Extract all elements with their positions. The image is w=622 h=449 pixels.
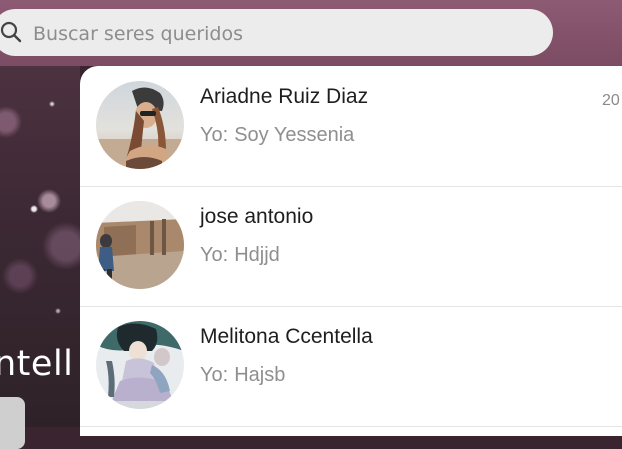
header-bar: [0, 0, 622, 66]
message-text: Hajsb: [234, 364, 286, 386]
contact-name: jose antonio: [200, 205, 314, 228]
avatar[interactable]: [96, 81, 184, 169]
search-input[interactable]: [31, 19, 535, 49]
message-prefix: Yo:: [200, 124, 229, 146]
background-profile-name: ntell: [0, 344, 74, 384]
message-preview: Yo: Soy Yessenia: [200, 124, 354, 147]
message-time: 20: [602, 92, 620, 109]
contact-name: Melitona Ccentella: [200, 325, 373, 348]
message-prefix: Yo:: [200, 364, 229, 386]
background-profile-button[interactable]: [0, 397, 25, 449]
conversation-list: Ariadne Ruiz Diaz Yo: Soy Yessenia 20 jos…: [80, 66, 622, 436]
message-text: Soy Yessenia: [234, 124, 355, 146]
search-bar[interactable]: [0, 9, 553, 56]
contact-name: Ariadne Ruiz Diaz: [200, 85, 369, 108]
message-preview: Yo: Hdjjd: [200, 244, 280, 267]
message-preview: Yo: Hajsb: [200, 364, 285, 387]
avatar[interactable]: [96, 201, 184, 289]
message-text: Hdjjd: [234, 244, 280, 266]
message-prefix: Yo:: [200, 244, 229, 266]
conversation-row[interactable]: Ariadne Ruiz Diaz Yo: Soy Yessenia 20: [80, 66, 622, 187]
conversation-row[interactable]: Melitona Ccentella Yo: Hajsb: [80, 306, 622, 427]
search-icon[interactable]: [0, 20, 23, 44]
conversation-row[interactable]: jose antonio Yo: Hdjjd: [80, 186, 622, 307]
avatar[interactable]: [96, 321, 184, 409]
background-profile-panel: ntell: [0, 66, 80, 449]
